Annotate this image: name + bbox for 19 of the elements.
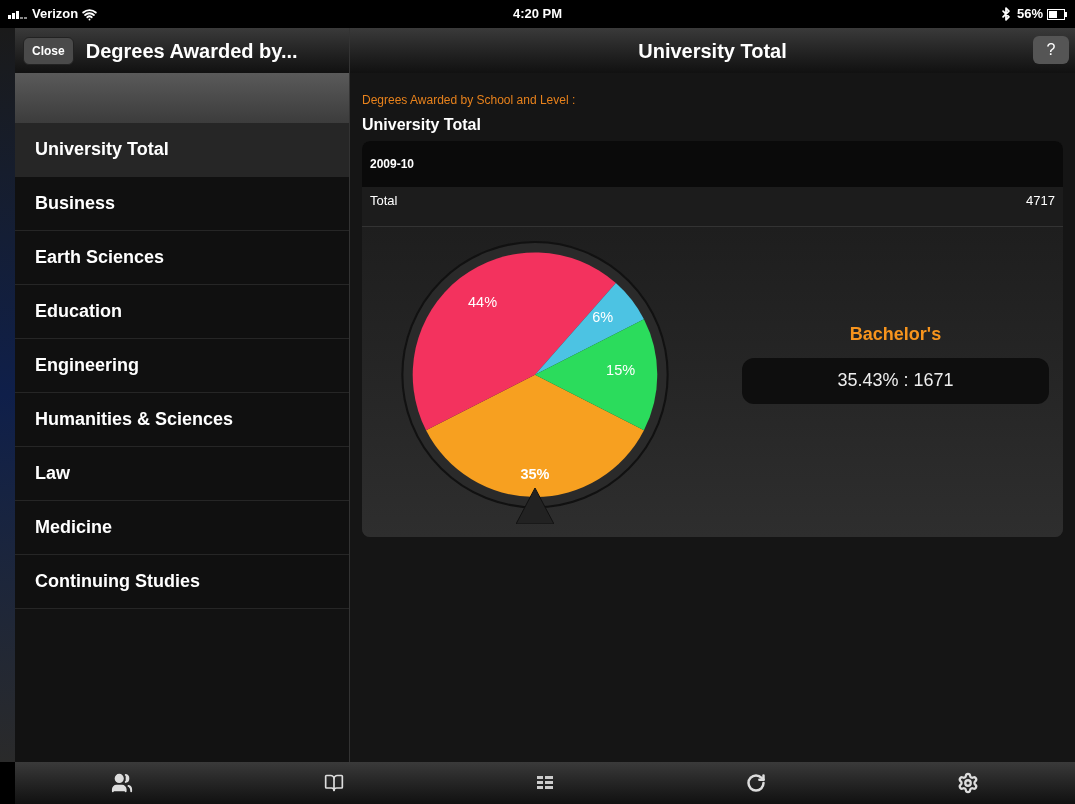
help-button[interactable]: ? [1033,36,1069,64]
sidebar-title: Degrees Awarded by... [85,38,298,64]
sidebar-item[interactable]: University Total [15,123,349,177]
report-heading: University Total [362,115,482,135]
table-header: 2009-10 [362,141,1063,187]
close-button[interactable]: Close [23,36,74,65]
slice-label: 15% [606,361,636,378]
table-cell-text: 4717 [1026,192,1055,210]
slice-label: 35% [520,465,550,482]
slice-reading: 35.43% : 1671 [742,357,1049,404]
status-time: 4:20 PM [511,5,564,24]
carrier-name: Verizon [32,5,79,24]
report-subtitle: Degrees Awarded by School and Level : [362,92,577,109]
main-title: University Total [638,38,787,64]
slice-name: Bachelor's [849,322,942,346]
table-cell-text: Total [370,192,398,210]
slice-label: 44% [468,293,498,310]
slice-label: 6% [592,308,614,325]
battery-percent: 56% [1016,5,1043,24]
